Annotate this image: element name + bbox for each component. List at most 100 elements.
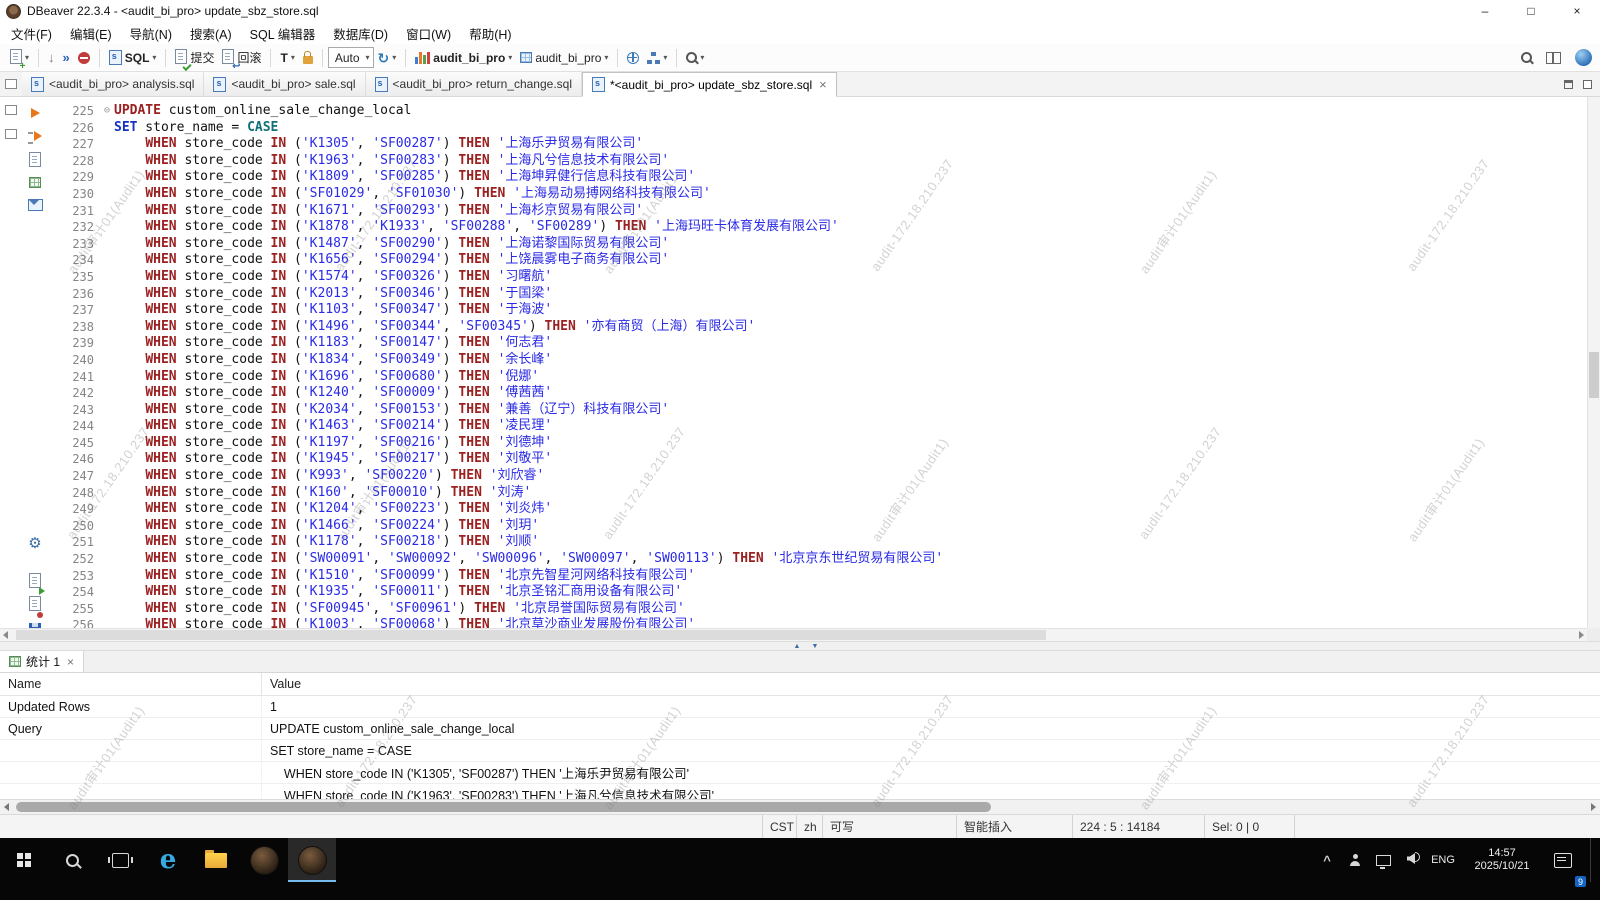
divider xyxy=(405,49,406,67)
tab-close-button[interactable]: × xyxy=(819,77,827,92)
search-menu-button[interactable]: ▾ xyxy=(682,50,708,65)
start-button[interactable] xyxy=(0,838,48,882)
results-panel: 统计 1 × Name Value Updated Rows1QueryUPDA… xyxy=(0,651,1600,799)
scrollbar-thumb[interactable] xyxy=(16,630,1046,640)
menu-item-6[interactable]: 数据库(D) xyxy=(324,21,397,46)
scroll-right-arrow[interactable] xyxy=(1591,803,1596,811)
fold-gutter xyxy=(100,485,114,502)
menu-item-1[interactable]: 文件(F) xyxy=(2,21,61,46)
restore-view-icon[interactable] xyxy=(5,79,17,89)
dbeaver-taskbar-button[interactable] xyxy=(288,838,336,882)
status-insert-mode[interactable]: 智能插入 xyxy=(956,815,1072,838)
schema-select[interactable]: audit_bi_pro ▾ xyxy=(516,49,612,67)
menu-item-5[interactable]: SQL 编辑器 xyxy=(241,21,325,46)
panel-splitter[interactable]: ▲ ▼ xyxy=(0,641,1600,651)
rollback-button[interactable]: ↩ 回滚 xyxy=(218,47,265,69)
task-view-button[interactable] xyxy=(96,838,144,882)
expand-editor-button[interactable]: ▲ xyxy=(790,642,804,650)
code-line: 250 WHEN store_code IN ('K1466', 'SF0022… xyxy=(48,518,1587,535)
execute-script-button[interactable] xyxy=(27,128,43,144)
editor-tab[interactable]: <audit_bi_pro> return_change.sql xyxy=(366,72,582,96)
result-row[interactable]: QueryUPDATE custom_online_sale_change_lo… xyxy=(0,718,1600,740)
tray-volume-button[interactable] xyxy=(1400,838,1422,882)
file-explorer-button[interactable] xyxy=(192,838,240,882)
export-script-button[interactable] xyxy=(27,575,43,591)
result-cell-name xyxy=(0,740,262,761)
close-button[interactable]: × xyxy=(1554,0,1600,22)
sql-menu-button[interactable]: SQL ▾ xyxy=(105,48,161,67)
horizontal-scrollbar[interactable] xyxy=(0,628,1587,641)
editor-tab[interactable]: *<audit_bi_pro> update_sbz_store.sql× xyxy=(582,72,837,97)
quick-search-button[interactable] xyxy=(1517,50,1536,65)
results-horizontal-scrollbar[interactable] xyxy=(0,799,1600,814)
scrollbar-thumb[interactable] xyxy=(1589,352,1599,398)
status-caret-position[interactable]: 224 : 5 : 14184 xyxy=(1072,815,1204,838)
editor-tab[interactable]: <audit_bi_pro> analysis.sql xyxy=(22,72,204,96)
refresh-button[interactable]: ↻ ▾ xyxy=(374,49,401,67)
statistics-tab[interactable]: 统计 1 × xyxy=(0,651,84,672)
result-grid-button[interactable] xyxy=(27,174,43,190)
line-number: 225 xyxy=(48,103,100,120)
stop-button[interactable] xyxy=(74,50,94,66)
autocommit-select[interactable]: Auto ▾ xyxy=(328,47,374,68)
editor-layout-button[interactable] xyxy=(1542,50,1565,66)
result-cell-name: Query xyxy=(0,718,262,739)
connection-select[interactable]: audit_bi_pro ▾ xyxy=(411,49,516,67)
line-number: 230 xyxy=(48,186,100,203)
result-row[interactable]: SET store_name = CASE xyxy=(0,740,1600,762)
taskbar-search-button[interactable] xyxy=(48,838,96,882)
tray-network-button[interactable] xyxy=(1372,838,1394,882)
vertical-scrollbar[interactable] xyxy=(1587,97,1600,628)
minimize-button[interactable]: – xyxy=(1462,0,1508,22)
maximize-view-icon[interactable] xyxy=(1583,80,1592,89)
minimize-view-icon[interactable] xyxy=(1564,80,1573,89)
menu-item-3[interactable]: 导航(N) xyxy=(121,21,181,46)
restore-view-icon[interactable] xyxy=(5,129,17,139)
column-header-value[interactable]: Value xyxy=(262,677,301,691)
delete-script-button[interactable] xyxy=(27,598,43,614)
menu-item-7[interactable]: 窗口(W) xyxy=(397,21,460,46)
taskbar-clock[interactable]: 14:57 2025/10/21 xyxy=(1464,847,1540,873)
new-sql-editor-button[interactable]: + ▾ xyxy=(6,47,33,69)
result-row[interactable]: Updated Rows1 xyxy=(0,696,1600,718)
settings-button[interactable]: ⚙ xyxy=(27,535,43,551)
scroll-left-arrow[interactable] xyxy=(3,631,8,639)
execute-statement-button[interactable] xyxy=(27,105,43,121)
maximize-button[interactable]: □ xyxy=(1508,0,1554,22)
globe-button[interactable] xyxy=(623,50,643,66)
commit-button[interactable]: 提交 xyxy=(171,47,218,69)
action-center-button[interactable]: 9 xyxy=(1546,838,1580,882)
restore-view-icon[interactable] xyxy=(5,105,17,115)
tab-close-button[interactable]: × xyxy=(67,655,74,669)
code-area[interactable]: 225⊖UPDATE custom_online_sale_change_loc… xyxy=(48,97,1587,628)
scroll-right-arrow[interactable] xyxy=(1579,631,1584,639)
app-button[interactable] xyxy=(240,838,288,882)
expand-results-button[interactable]: ▼ xyxy=(808,642,822,650)
column-header-name[interactable]: Name xyxy=(0,673,262,695)
network-button[interactable]: ▾ xyxy=(643,50,671,66)
tray-contact-button[interactable] xyxy=(1344,838,1366,882)
fold-marker[interactable]: ⊖ xyxy=(100,103,114,120)
editor-tab[interactable]: <audit_bi_pro> sale.sql xyxy=(204,72,365,96)
window-title: DBeaver 22.3.4 - <audit_bi_pro> update_s… xyxy=(27,4,319,18)
fetch-down-button[interactable]: ↓ xyxy=(44,48,59,67)
status-selection: Sel: 0 | 0 xyxy=(1204,815,1294,838)
perspective-button[interactable] xyxy=(1571,47,1596,68)
menu-item-8[interactable]: 帮助(H) xyxy=(460,21,520,46)
scroll-left-arrow[interactable] xyxy=(4,803,9,811)
hidden-icons-button[interactable] xyxy=(1316,838,1338,882)
transaction-log-button[interactable]: T ▾ xyxy=(276,49,298,67)
lock-button[interactable] xyxy=(299,49,317,66)
show-desktop-button[interactable] xyxy=(1590,838,1596,882)
output-button[interactable] xyxy=(27,197,43,213)
clock-time: 14:57 xyxy=(1464,847,1540,860)
menu-item-4[interactable]: 搜索(A) xyxy=(181,21,241,46)
menu-item-2[interactable]: 编辑(E) xyxy=(61,21,121,46)
edge-button[interactable] xyxy=(144,838,192,882)
result-row[interactable]: WHEN store_code IN ('K1305', 'SF00287') … xyxy=(0,762,1600,784)
scrollbar-thumb[interactable] xyxy=(16,802,991,812)
screen: DBeaver 22.3.4 - <audit_bi_pro> update_s… xyxy=(0,0,1600,900)
input-language-button[interactable]: ENG xyxy=(1428,854,1458,866)
explain-plan-button[interactable] xyxy=(27,151,43,167)
fast-forward-button[interactable]: » xyxy=(59,48,74,67)
